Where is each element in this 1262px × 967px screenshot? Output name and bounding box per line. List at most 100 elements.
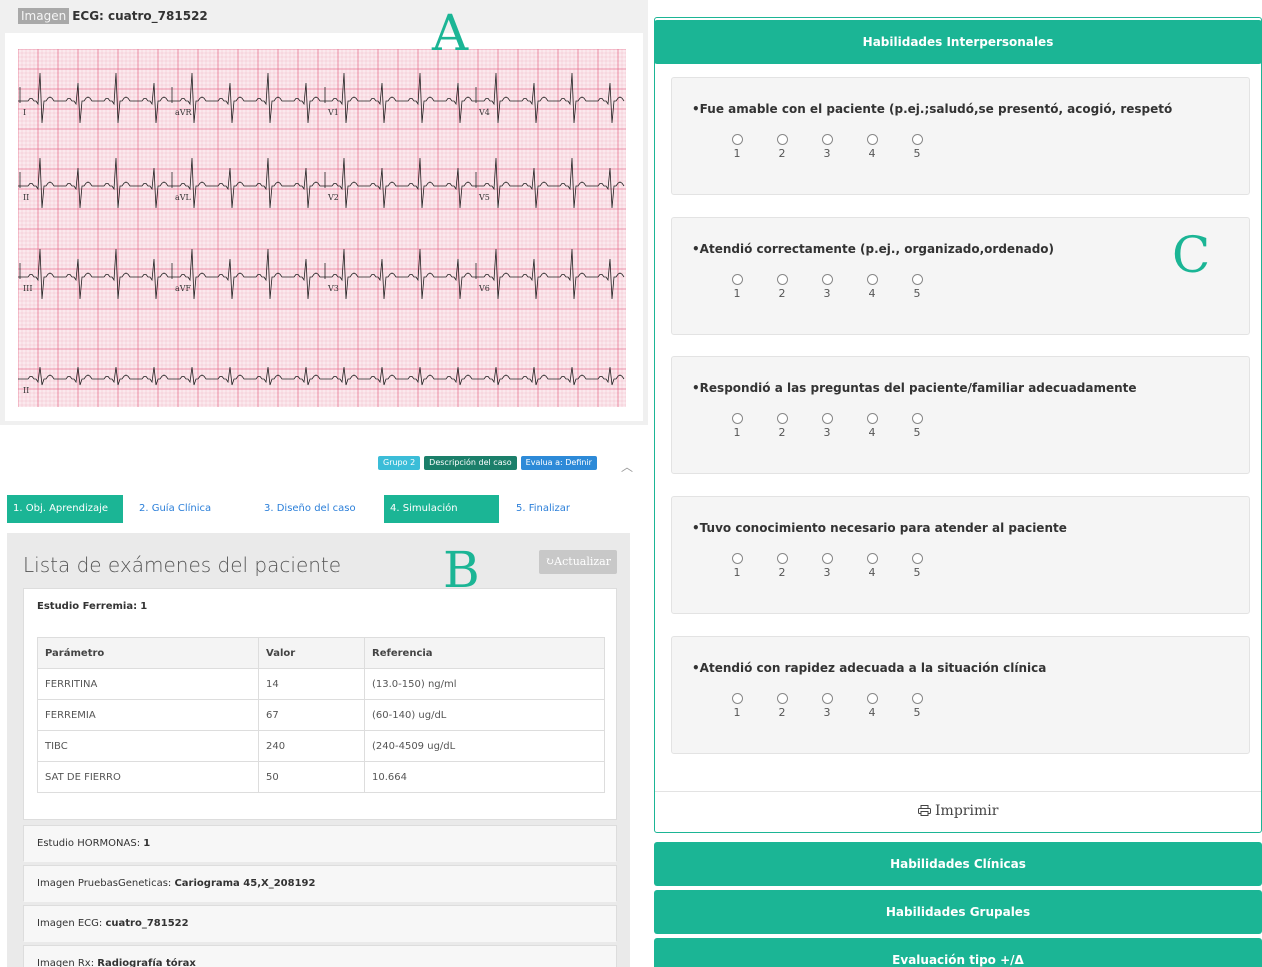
rating-option[interactable]: 4: [864, 134, 880, 160]
study-rx-prefix: Imagen Rx:: [37, 958, 95, 967]
rating-label: 3: [823, 426, 831, 439]
question-text: •Atendió correctamente (p.ej., organizad…: [692, 242, 1055, 256]
radio-icon[interactable]: [731, 274, 743, 285]
group-badge[interactable]: Grupo 2: [378, 456, 421, 470]
rating-option[interactable]: 3: [819, 134, 835, 160]
study-hormonas-header[interactable]: Estudio HORMONAS: 1: [24, 826, 616, 862]
rating-option[interactable]: 1: [729, 553, 745, 579]
study-hormonas-card[interactable]: Estudio HORMONAS: 1: [23, 825, 617, 862]
step-simulation[interactable]: 4. Simulación: [384, 495, 499, 523]
study-hormonas-value: 1: [143, 838, 151, 849]
rating-label: 3: [823, 706, 831, 719]
study-rx-header[interactable]: Imagen Rx: Radiografía tórax: [24, 946, 616, 967]
collapse-chevron-icon[interactable]: ︿: [621, 458, 633, 475]
radio-icon[interactable]: [731, 134, 743, 145]
study-ecg-header[interactable]: Imagen ECG: cuatro_781522: [24, 906, 616, 942]
radio-icon[interactable]: [776, 134, 788, 145]
question-text: •Tuvo conocimiento necesario para atende…: [692, 521, 1067, 535]
rating-option[interactable]: 1: [729, 274, 745, 300]
section-clinical-header[interactable]: Habilidades Clínicas: [654, 842, 1262, 886]
radio-icon[interactable]: [866, 274, 878, 285]
rating-option[interactable]: 2: [774, 413, 790, 439]
radio-icon[interactable]: [866, 413, 878, 424]
rating-label: 2: [778, 287, 786, 300]
radio-icon[interactable]: [911, 553, 923, 564]
radio-icon[interactable]: [911, 413, 923, 424]
rating-option[interactable]: 4: [864, 413, 880, 439]
evaluate-badge[interactable]: Evalua a: Definir: [520, 456, 597, 470]
rating-label: 4: [868, 147, 876, 160]
rating-option[interactable]: 2: [774, 693, 790, 719]
lead-label: V5: [478, 193, 490, 202]
radio-icon[interactable]: [731, 413, 743, 424]
radio-icon[interactable]: [821, 134, 833, 145]
cell-value: 240: [258, 730, 365, 762]
rating-option[interactable]: 2: [774, 134, 790, 160]
radio-icon[interactable]: [821, 693, 833, 704]
rating-label: 1: [733, 426, 741, 439]
print-button[interactable]: Imprimir: [655, 791, 1261, 831]
rating-option[interactable]: 4: [864, 693, 880, 719]
rating-option[interactable]: 5: [909, 693, 925, 719]
study-rx-card[interactable]: Imagen Rx: Radiografía tórax: [23, 945, 617, 967]
question-text: •Respondió a las preguntas del paciente/…: [692, 381, 1137, 395]
section-plusdelta-header[interactable]: Evaluación tipo +/Δ: [654, 938, 1262, 967]
rating-option[interactable]: 5: [909, 413, 925, 439]
rating-option[interactable]: 1: [729, 134, 745, 160]
rating-option[interactable]: 1: [729, 413, 745, 439]
section-group-header[interactable]: Habilidades Grupales: [654, 890, 1262, 934]
radio-icon[interactable]: [776, 693, 788, 704]
radio-icon[interactable]: [866, 693, 878, 704]
col-reference: Referencia: [364, 637, 605, 669]
study-ferremia-card: Estudio Ferremia: 1 Parámetro Valor Refe…: [23, 588, 617, 820]
radio-icon[interactable]: [911, 693, 923, 704]
lead-label: V1: [327, 108, 339, 117]
radio-icon[interactable]: [866, 553, 878, 564]
rating-label: 5: [913, 426, 921, 439]
rating-option[interactable]: 4: [864, 553, 880, 579]
table-row: FERREMIA 67 (60-140) ug/dL: [37, 699, 605, 731]
refresh-button[interactable]: ↻Actualizar: [539, 550, 617, 574]
study-genetics-card[interactable]: Imagen PruebasGeneticas: Cariograma 45,X…: [23, 865, 617, 902]
rating-label: 1: [733, 287, 741, 300]
lead-label: aVF: [175, 284, 192, 293]
rating-option[interactable]: 4: [864, 274, 880, 300]
radio-icon[interactable]: [821, 274, 833, 285]
rating-label: 4: [868, 426, 876, 439]
study-ferremia-header[interactable]: Estudio Ferremia: 1: [24, 589, 616, 625]
rating-option[interactable]: 3: [819, 413, 835, 439]
rating-option[interactable]: 5: [909, 134, 925, 160]
radio-icon[interactable]: [731, 553, 743, 564]
step-learning-objectives[interactable]: 1. Obj. Aprendizaje: [7, 495, 123, 523]
step-clinical-guide[interactable]: 2. Guía Clínica: [133, 495, 243, 523]
radio-icon[interactable]: [866, 134, 878, 145]
rating-label: 2: [778, 706, 786, 719]
step-case-design[interactable]: 3. Diseño del caso: [258, 495, 368, 523]
study-ferremia-prefix: Estudio Ferremia:: [37, 601, 138, 612]
rating-option[interactable]: 5: [909, 274, 925, 300]
radio-icon[interactable]: [776, 413, 788, 424]
radio-icon[interactable]: [776, 553, 788, 564]
radio-icon[interactable]: [776, 274, 788, 285]
case-description-badge[interactable]: Descripción del caso: [424, 456, 517, 470]
study-ecg-card[interactable]: Imagen ECG: cuatro_781522: [23, 905, 617, 942]
radio-icon[interactable]: [731, 693, 743, 704]
rating-option[interactable]: 3: [819, 693, 835, 719]
radio-icon[interactable]: [911, 134, 923, 145]
rating-option[interactable]: 3: [819, 274, 835, 300]
radio-icon[interactable]: [821, 553, 833, 564]
step-finish[interactable]: 5. Finalizar: [510, 495, 620, 523]
rating-option[interactable]: 1: [729, 693, 745, 719]
radio-icon[interactable]: [821, 413, 833, 424]
study-genetics-header[interactable]: Imagen PruebasGeneticas: Cariograma 45,X…: [24, 866, 616, 902]
rating-option[interactable]: 2: [774, 553, 790, 579]
rating-option[interactable]: 2: [774, 274, 790, 300]
radio-icon[interactable]: [911, 274, 923, 285]
section-interpersonal-header[interactable]: Habilidades Interpersonales: [654, 20, 1262, 64]
panel-letter-a: A: [432, 4, 469, 62]
lead-label: V2: [327, 193, 339, 202]
rating-option[interactable]: 5: [909, 553, 925, 579]
rating-label: 1: [733, 566, 741, 579]
lead-label: V3: [327, 284, 339, 293]
rating-option[interactable]: 3: [819, 553, 835, 579]
